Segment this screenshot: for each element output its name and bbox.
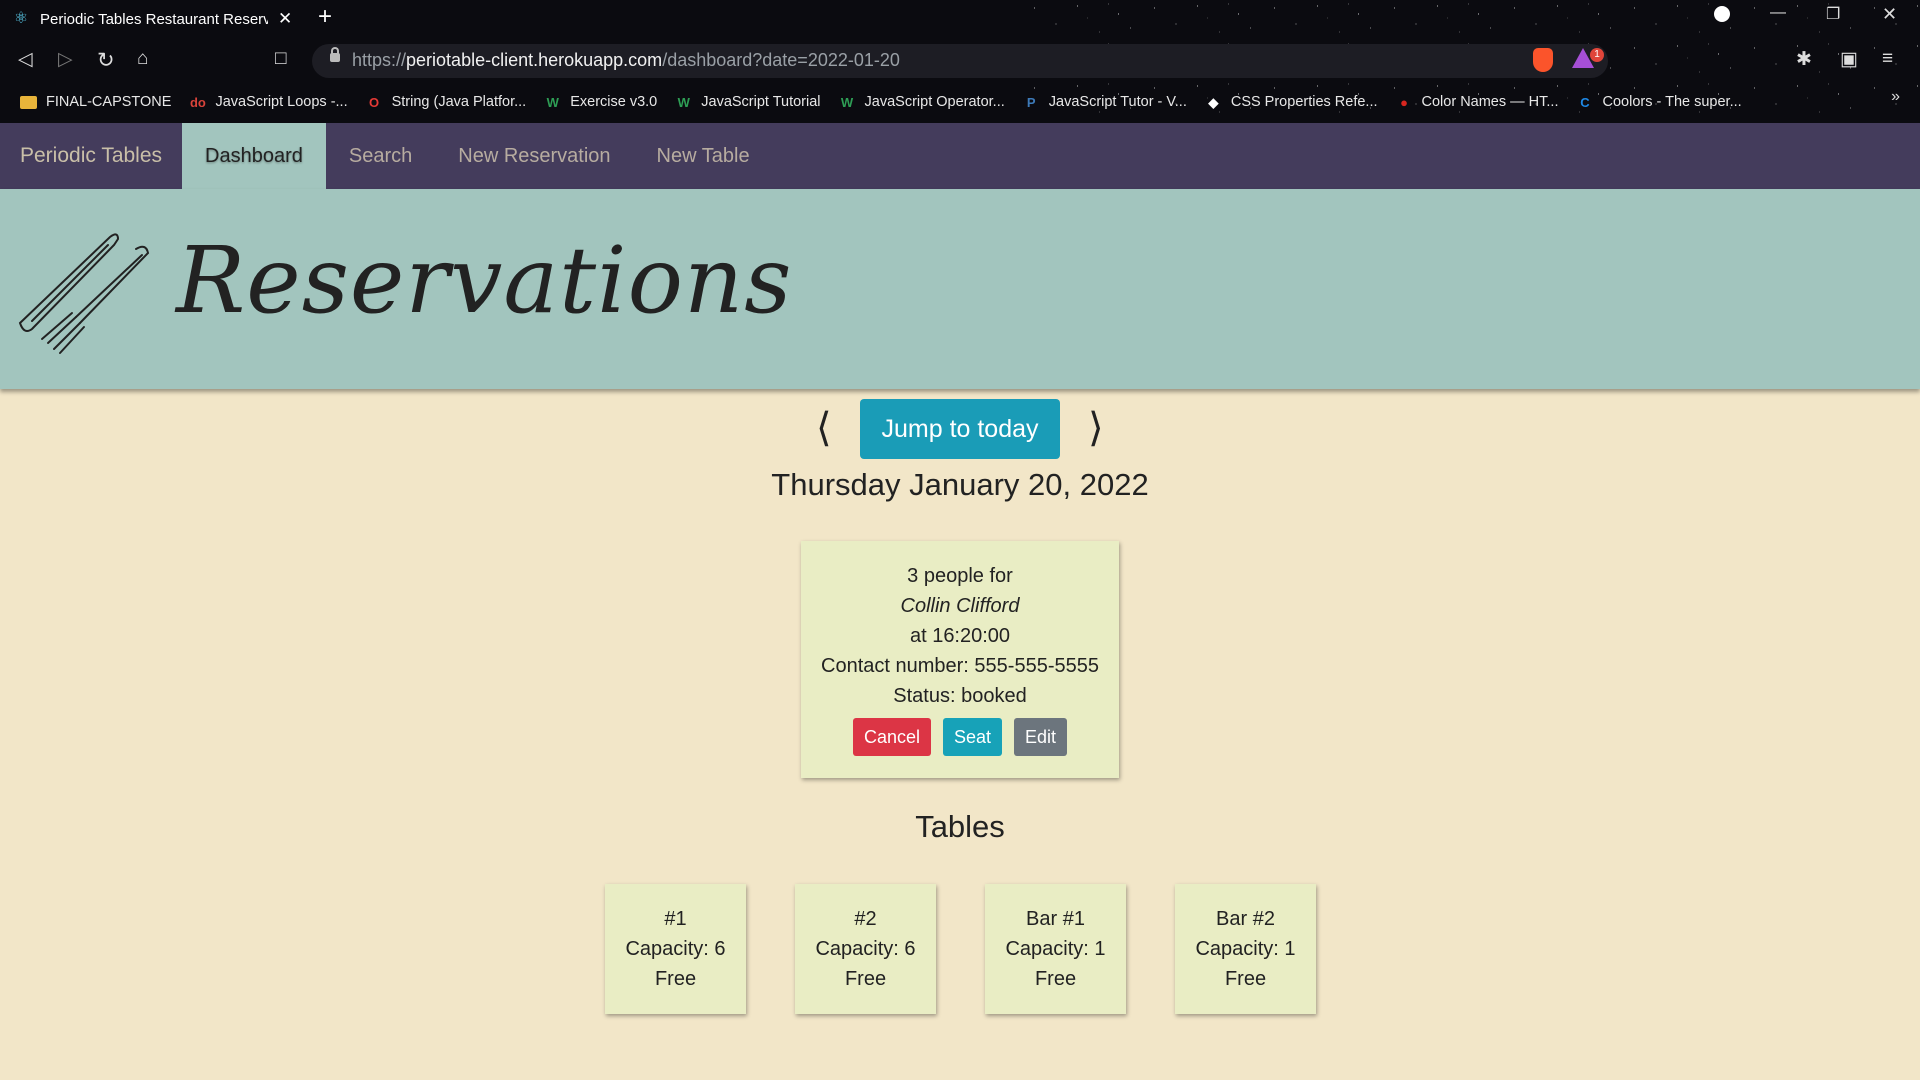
table-capacity: Capacity: 6 bbox=[625, 938, 726, 960]
reservation-card: 3 people for Collin Clifford at 16:20:00… bbox=[801, 541, 1119, 778]
cancel-button[interactable]: Cancel bbox=[852, 718, 931, 756]
bookmark-item[interactable]: C Coolors - The super... bbox=[1577, 94, 1742, 111]
page-header: Reservations bbox=[0, 189, 1920, 389]
table-name: #2 bbox=[854, 908, 877, 930]
home-icon[interactable]: ⌂ bbox=[137, 48, 148, 70]
edit-button[interactable]: Edit bbox=[1014, 718, 1068, 756]
bookmark-label: JavaScript Tutorial bbox=[701, 94, 821, 110]
new-tab-icon[interactable]: + bbox=[318, 3, 332, 31]
minimize-icon[interactable]: — bbox=[1770, 4, 1786, 22]
bookmark-item[interactable]: W JavaScript Operator... bbox=[839, 94, 1005, 111]
table-card: Bar #1 Capacity: 1 Free bbox=[985, 884, 1126, 1014]
jump-to-today-button[interactable]: Jump to today bbox=[860, 399, 1060, 459]
w3schools-icon: W bbox=[840, 94, 854, 110]
folder-icon bbox=[20, 95, 37, 109]
knife-fork-icon bbox=[18, 233, 150, 354]
table-name: Bar #1 bbox=[1026, 908, 1085, 930]
bookmark-label: JavaScript Tutor - V... bbox=[1048, 94, 1187, 110]
reservation-name: Collin Clifford bbox=[900, 595, 1020, 617]
previous-day-button[interactable]: ⟨ bbox=[816, 405, 832, 451]
tab-title: Periodic Tables Restaurant Reserv bbox=[40, 10, 268, 28]
ref-icon: ◆ bbox=[1208, 94, 1219, 110]
bookmark-label: Exercise v3.0 bbox=[570, 94, 658, 110]
nav-new-reservation[interactable]: New Reservation bbox=[435, 123, 633, 189]
bookmark-label: JavaScript Operator... bbox=[864, 94, 1005, 110]
bookmark-item[interactable]: ◆ CSS Properties Refe... bbox=[1205, 94, 1378, 111]
close-window-icon[interactable]: ✕ bbox=[1882, 4, 1897, 25]
w3schools-icon: W bbox=[677, 94, 690, 110]
bookmark-label: FINAL-CAPSTONE bbox=[46, 94, 172, 110]
browser-chrome: ⚛ Periodic Tables Restaurant Reserv ✕ + … bbox=[0, 0, 1920, 123]
tables-heading: Tables bbox=[915, 809, 1005, 844]
restore-icon[interactable]: ❐ bbox=[1826, 4, 1840, 24]
next-day-button[interactable]: ⟩ bbox=[1088, 405, 1104, 451]
reservation-contact: Contact number: 555-555-5555 bbox=[821, 655, 1099, 677]
bookmark-item[interactable]: P JavaScript Tutor - V... bbox=[1023, 94, 1187, 111]
bookmark-icon[interactable]: □ bbox=[275, 48, 286, 70]
python-icon: P bbox=[1026, 94, 1036, 110]
reservation-status: Status: booked bbox=[893, 685, 1027, 707]
table-status: Free bbox=[1224, 968, 1267, 990]
page-title: Reservations bbox=[176, 227, 793, 334]
nav-new-table[interactable]: New Table bbox=[634, 123, 773, 189]
forward-icon[interactable]: ▷ bbox=[58, 48, 73, 71]
table-capacity: Capacity: 1 bbox=[1005, 938, 1106, 960]
bookmark-label: JavaScript Loops -... bbox=[215, 94, 348, 110]
bookmark-label: Coolors - The super... bbox=[1602, 94, 1742, 110]
seat-button[interactable]: Seat bbox=[942, 718, 1003, 756]
rewards-badge: 1 bbox=[1590, 48, 1604, 62]
bookmark-label: CSS Properties Refe... bbox=[1230, 94, 1378, 110]
table-name: #1 bbox=[664, 908, 687, 930]
table-status: Free bbox=[654, 968, 697, 990]
coolors-icon: C bbox=[1580, 94, 1590, 110]
w3schools-icon: W bbox=[546, 94, 559, 110]
nav-dashboard[interactable]: Dashboard bbox=[182, 123, 326, 189]
more-bookmarks-icon[interactable]: » bbox=[1891, 88, 1900, 106]
wallet-icon[interactable]: ▣ bbox=[1840, 48, 1858, 71]
table-card: Bar #2 Capacity: 1 Free bbox=[1175, 884, 1316, 1014]
table-status: Free bbox=[1034, 968, 1077, 990]
bookmark-item[interactable]: ● Color Names — HT... bbox=[1396, 94, 1559, 111]
reload-icon[interactable]: ↻ bbox=[97, 48, 115, 73]
bookmark-item[interactable]: do JavaScript Loops -... bbox=[189, 94, 348, 111]
bookmark-item[interactable]: O String (Java Platfor... bbox=[366, 94, 527, 111]
profile-icon[interactable] bbox=[1714, 6, 1730, 22]
browser-tab[interactable]: ⚛ Periodic Tables Restaurant Reserv ✕ bbox=[12, 4, 302, 34]
app-navbar: Periodic Tables Dashboard Search New Res… bbox=[0, 123, 1920, 189]
reservation-time: at 16:20:00 bbox=[909, 625, 1011, 647]
table-name: Bar #2 bbox=[1216, 908, 1275, 930]
react-favicon-icon: ⚛ bbox=[13, 10, 29, 27]
nav-search[interactable]: Search bbox=[326, 123, 435, 189]
close-tab-icon[interactable]: ✕ bbox=[278, 9, 292, 29]
bookmarks-bar: FINAL-CAPSTONE do JavaScript Loops -... O St… bbox=[0, 88, 1920, 116]
brand-link[interactable]: Periodic Tables bbox=[0, 123, 182, 189]
back-icon[interactable]: ◁ bbox=[18, 48, 33, 71]
tab-bar: ⚛ Periodic Tables Restaurant Reserv ✕ + … bbox=[0, 0, 1920, 38]
bookmark-item[interactable]: FINAL-CAPSTONE bbox=[20, 94, 171, 110]
table-card: #2 Capacity: 6 Free bbox=[795, 884, 936, 1014]
bookmark-item[interactable]: W Exercise v3.0 bbox=[544, 94, 658, 111]
table-capacity: Capacity: 6 bbox=[815, 938, 916, 960]
reservation-party-size: 3 people for bbox=[907, 565, 1013, 587]
current-date: Thursday January 20, 2022 bbox=[771, 467, 1149, 502]
url-text[interactable]: https://periotable-client.herokuapp.com/… bbox=[352, 50, 900, 71]
oracle-icon: O bbox=[369, 94, 380, 110]
table-card: #1 Capacity: 6 Free bbox=[605, 884, 746, 1014]
lock-icon bbox=[330, 47, 340, 62]
bookmark-item[interactable]: W JavaScript Tutorial bbox=[675, 94, 821, 111]
brave-shields-icon[interactable] bbox=[1533, 48, 1553, 72]
color-names-icon: ● bbox=[1400, 94, 1408, 110]
table-capacity: Capacity: 1 bbox=[1195, 938, 1296, 960]
table-status: Free bbox=[844, 968, 887, 990]
extensions-icon[interactable]: ✱ bbox=[1796, 48, 1812, 71]
bookmark-label: String (Java Platfor... bbox=[391, 94, 527, 110]
bookmark-label: Color Names — HT... bbox=[1421, 94, 1559, 110]
do-logo-icon: do bbox=[189, 94, 206, 110]
menu-icon[interactable]: ≡ bbox=[1882, 48, 1893, 70]
